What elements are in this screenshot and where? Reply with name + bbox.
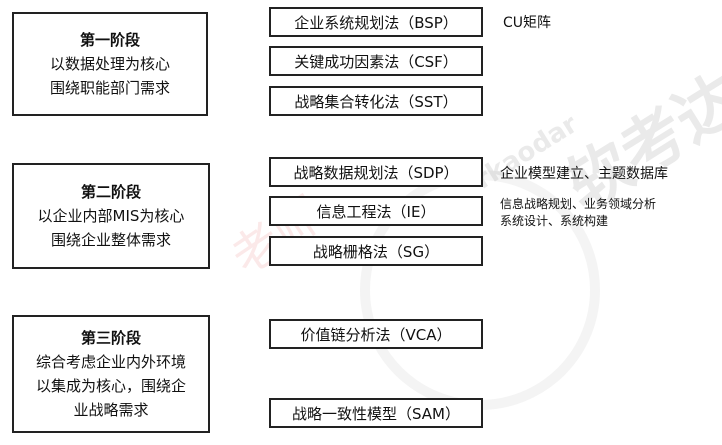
- stage-2-line-2: 围绕企业整体需求: [50, 231, 171, 249]
- note-ie-line-2: 系统设计、系统构建: [500, 214, 609, 228]
- method-sg: 战略栅格法（SG）: [269, 236, 483, 266]
- stage-3-title: 第三阶段: [80, 329, 141, 347]
- note-ie-line-1: 信息战略规划、业务领域分析: [500, 197, 657, 211]
- stage-1-line-2: 围绕职能部门需求: [49, 79, 170, 97]
- stage-2-line-1: 以企业内部MIS为核心: [37, 207, 185, 225]
- note-cu-matrix: CU矩阵: [503, 15, 552, 31]
- stage-1-box: 第一阶段 以数据处理为核心 围绕职能部门需求: [12, 12, 208, 116]
- stage-1-line-1: 以数据处理为核心: [49, 55, 170, 73]
- method-vca: 价值链分析法（VCA）: [269, 319, 483, 349]
- method-sst: 战略集合转化法（SST）: [269, 86, 483, 116]
- stage-1-title: 第一阶段: [79, 31, 140, 49]
- stage-3-line-3: 业战略需求: [73, 401, 149, 419]
- method-sam: 战略一致性模型（SAM）: [269, 398, 483, 428]
- stage-2-box: 第二阶段 以企业内部MIS为核心 围绕企业整体需求: [12, 163, 210, 269]
- stage-2-title: 第二阶段: [80, 183, 141, 201]
- stage-3-line-2: 以集成为核心，围绕企: [35, 377, 186, 395]
- stage-3-line-1: 综合考虑企业内外环境: [35, 353, 186, 371]
- watermark-teacher: 老师: [215, 176, 334, 288]
- method-ie: 信息工程法（IE）: [269, 196, 483, 226]
- method-sdp: 战略数据规划法（SDP）: [269, 157, 483, 187]
- note-sdp: 企业模型建立、主题数据库: [500, 166, 668, 182]
- method-bsp: 企业系统规划法（BSP）: [269, 7, 483, 37]
- method-csf: 关键成功因素法（CSF）: [269, 46, 483, 76]
- stage-3-box: 第三阶段 综合考虑企业内外环境 以集成为核心，围绕企 业战略需求: [12, 315, 210, 433]
